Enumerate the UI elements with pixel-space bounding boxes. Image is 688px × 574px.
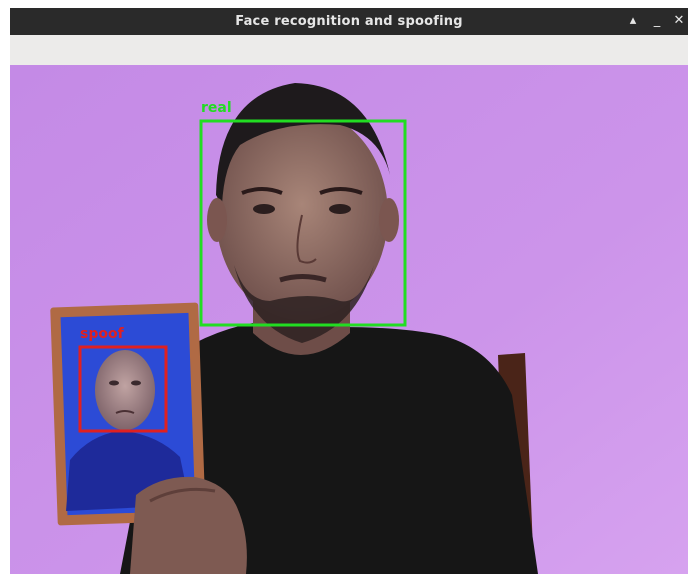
- maximize-icon[interactable]: ▴: [624, 11, 642, 31]
- camera-feed: real spoof: [10, 65, 688, 574]
- app-window: Face recognition and spoofing ▴ _ ✕ real…: [10, 8, 688, 574]
- photo-face: [95, 350, 155, 430]
- photo-eye-right: [131, 380, 141, 386]
- close-icon[interactable]: ✕: [670, 11, 688, 31]
- window-title: Face recognition and spoofing: [235, 14, 463, 29]
- man-ear-left: [207, 198, 227, 242]
- minimize-icon[interactable]: _: [648, 11, 666, 31]
- spoof-detection-label: spoof: [80, 326, 124, 342]
- title-bar[interactable]: Face recognition and spoofing ▴ _ ✕: [10, 8, 688, 35]
- man-ear-right: [379, 198, 399, 242]
- toolbar: [10, 35, 688, 65]
- real-detection-label: real: [201, 100, 232, 116]
- man-eye-left: [253, 204, 275, 214]
- camera-frame: [10, 65, 688, 574]
- photo-eye-left: [109, 380, 119, 386]
- man-eye-right: [329, 204, 351, 214]
